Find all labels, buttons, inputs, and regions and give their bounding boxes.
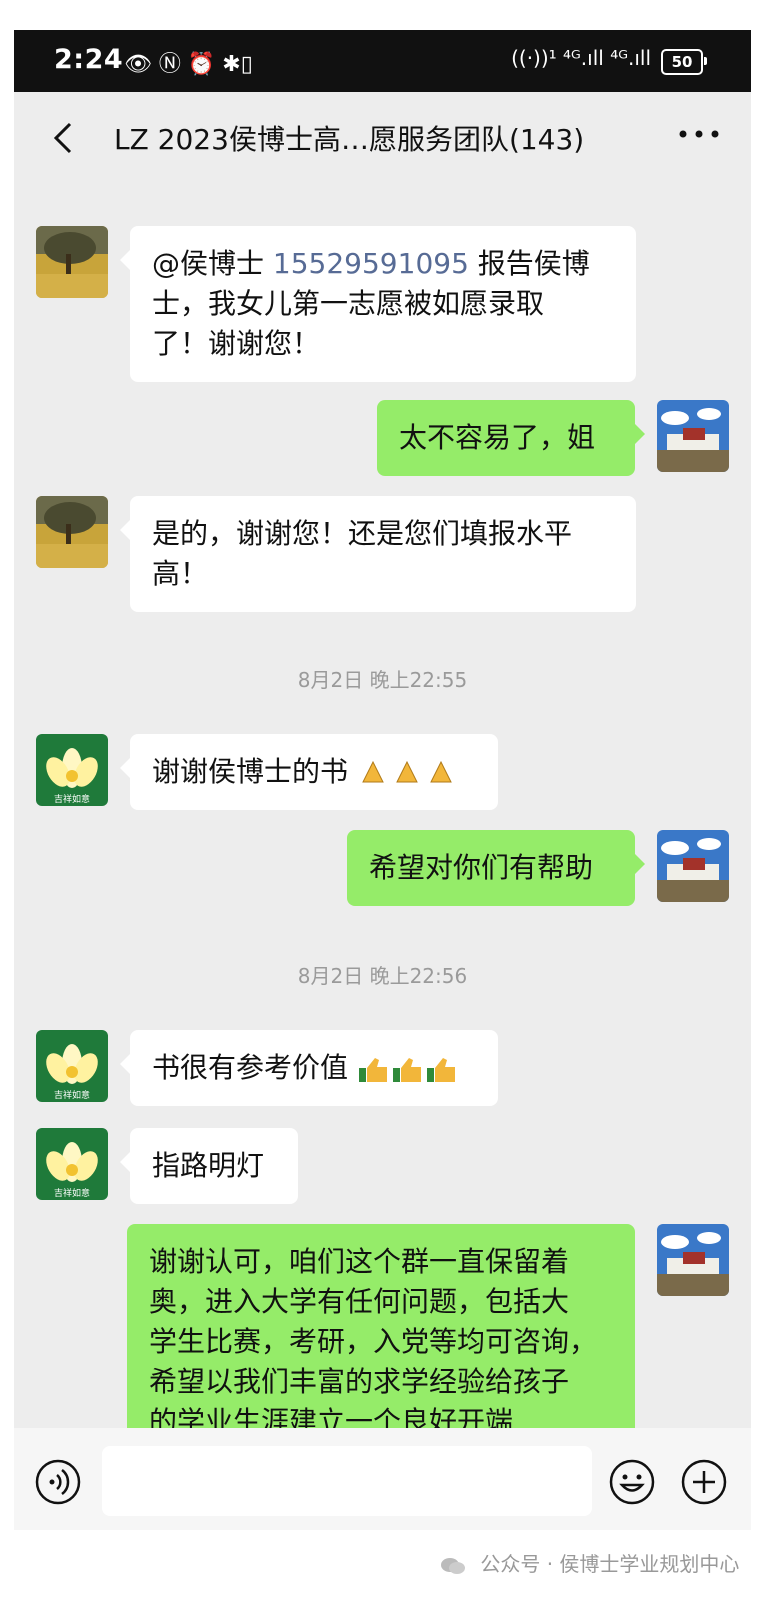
message-text: 指路明灯	[152, 1149, 265, 1182]
message-text: 太不容易了，姐	[399, 421, 596, 454]
message-text: 高！	[152, 557, 209, 590]
message-text: 了！谢谢您！	[152, 327, 321, 360]
more-icon[interactable]	[677, 122, 721, 146]
message-bubble[interactable]: @侯博士 15529591095 报告侯博 士，我女儿第一志愿被如愿录取 了！谢…	[120, 226, 636, 382]
avatar-potala[interactable]	[657, 1224, 729, 1296]
avatar-caption: 吉祥如意	[54, 793, 90, 805]
phone-screen: 2:24 👁 Ⓝ ⏰ ✱▯ ((·))¹ ⁴ᴳ.ıll ⁴ᴳ.ıll 50 LZ…	[14, 30, 751, 1530]
timestamp: 8月2日 晚上22:56	[297, 964, 468, 988]
message-bubble[interactable]: 书很有参考价值	[120, 1030, 498, 1106]
battery-level: 50	[671, 53, 693, 71]
battery-icon: 50	[661, 49, 703, 75]
wechat-icon	[441, 1557, 465, 1574]
avatar-lotus[interactable]: 吉祥如意	[36, 1128, 108, 1200]
avatar-tree[interactable]	[36, 226, 108, 298]
chat-header: LZ 2023侯博士高…愿服务团队(143)	[14, 92, 751, 184]
signal-icons: ((·))¹ ⁴ᴳ.ıll ⁴ᴳ.ıll	[511, 46, 651, 70]
thumbs-up-emoji	[358, 1058, 455, 1082]
message-text: 谢谢认可，咱们这个群一直保留着	[149, 1245, 570, 1278]
message-text: 希望以我们丰富的求学经验给孩子	[149, 1365, 570, 1398]
watermark: 公众号 · 侯博士学业规划中心	[440, 1548, 739, 1577]
timestamp: 8月2日 晚上22:55	[297, 668, 468, 692]
input-bar	[14, 1428, 751, 1530]
avatar-potala[interactable]	[657, 400, 729, 472]
message-text: 是的，谢谢您！还是您们填报水平	[152, 517, 573, 550]
battery-tip	[704, 57, 707, 65]
watermark-text: 公众号 · 侯博士学业规划中心	[480, 1552, 740, 1576]
chevron-left-icon[interactable]	[44, 118, 84, 158]
message-input[interactable]	[102, 1446, 592, 1516]
plus-icon[interactable]	[680, 1458, 728, 1506]
message-text: 书很有参考价值	[152, 1051, 349, 1084]
status-bar: 2:24 👁 Ⓝ ⏰ ✱▯ ((·))¹ ⁴ᴳ.ıll ⁴ᴳ.ıll 50	[14, 30, 751, 92]
avatar-lotus[interactable]: 吉祥如意	[36, 734, 108, 806]
message-text: 士，我女儿第一志愿被如愿录取	[152, 287, 545, 320]
avatar-caption: 吉祥如意	[54, 1089, 90, 1101]
mention[interactable]: @侯博士	[152, 247, 264, 280]
message-text: 希望对你们有帮助	[369, 851, 594, 884]
message-text: 学生比赛，考研，入党等均可咨询，	[149, 1325, 598, 1358]
chat-title: LZ 2023侯博士高…愿服务团队(143)	[114, 123, 585, 156]
phone-number-link[interactable]: 15529591095	[273, 247, 469, 280]
emoji-icon[interactable]	[608, 1458, 656, 1506]
message-text: 奥，进入大学有任何问题，包括大	[149, 1285, 570, 1318]
message-bubble[interactable]: 太不容易了，姐	[377, 400, 645, 476]
message-list: @侯博士 15529591095 报告侯博 士，我女儿第一志愿被如愿录取 了！谢…	[14, 184, 751, 1444]
message-bubble[interactable]: 希望对你们有帮助	[347, 830, 645, 906]
voice-icon[interactable]	[34, 1458, 82, 1506]
status-time: 2:24	[54, 44, 124, 75]
avatar-caption: 吉祥如意	[54, 1187, 90, 1199]
message-text: 谢谢侯博士的书	[152, 755, 349, 788]
message-text: 报告侯博	[468, 247, 590, 280]
avatar-potala[interactable]	[657, 830, 729, 902]
status-left-icons: 👁 Ⓝ ⏰ ✱▯	[124, 52, 253, 77]
pray-emoji	[362, 760, 452, 783]
avatar-lotus[interactable]: 吉祥如意	[36, 1030, 108, 1102]
message-bubble[interactable]: 谢谢认可，咱们这个群一直保留着 奥，进入大学有任何问题，包括大 学生比赛，考研，…	[127, 1224, 635, 1444]
message-bubble[interactable]: 指路明灯	[120, 1128, 298, 1204]
avatar-tree[interactable]	[36, 496, 108, 568]
message-bubble[interactable]: 谢谢侯博士的书	[120, 734, 498, 810]
message-bubble[interactable]: 是的，谢谢您！还是您们填报水平 高！	[120, 496, 636, 612]
